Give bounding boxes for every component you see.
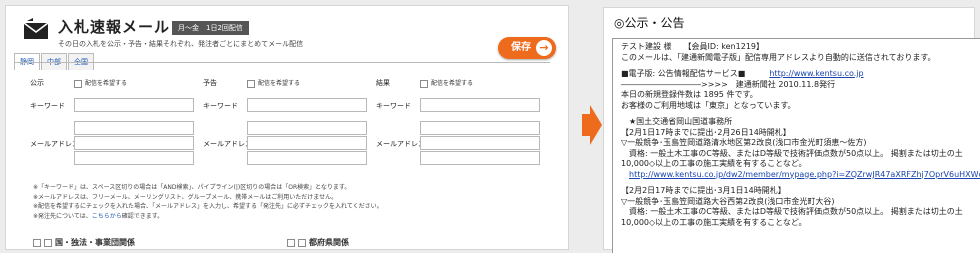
- save-button-label: 保存: [511, 42, 531, 53]
- frequency-badge: 月〜金 1日2回配信: [172, 21, 249, 35]
- email-field-2[interactable]: [247, 136, 367, 150]
- checkbox-label: 配信を希望する: [258, 80, 301, 87]
- note-text: ※発注先については、: [33, 212, 92, 220]
- email-field-2[interactable]: [420, 136, 540, 150]
- email-line: 10,000◇以上の工事の施工実績を有することなど。: [621, 217, 807, 227]
- mail-label: メールアドレス: [203, 140, 252, 148]
- email-line: 資格: 一般土木工事のC等級、またはD等級で技術評価点数が50点以上。 掲割また…: [621, 207, 963, 216]
- note-line: ※「キーワード」は、スペース区切りの場合は「AND検索」、パイプライン(|)区切…: [33, 184, 351, 191]
- arrow-right-icon: →: [536, 40, 552, 56]
- group-label: 国・独法・事業団関係: [55, 238, 135, 247]
- column-heading: 結果: [376, 79, 390, 87]
- email-line: ▽一般競争･玉島笠岡道路大谷西第2改良(浅口市金光町大谷): [621, 196, 835, 206]
- email-field-3[interactable]: [74, 151, 194, 165]
- arrow-right-icon: [582, 105, 602, 149]
- note-line: ※発注先については、こちらから確認できます。: [33, 212, 383, 222]
- email-line: http://www.kentsu.co.jp/dw2/member/mypag…: [621, 170, 980, 181]
- email-preview-panel: ◎公示・公告 テスト建設 様 【会員ID: ken1219】 このメールは、「建通…: [603, 7, 980, 253]
- save-button[interactable]: 保存 →: [498, 37, 556, 59]
- delivery-checkbox-row: 配信を希望する: [420, 78, 473, 88]
- page-description: その日の入札を公示・予告・結果それぞれ、発注者ごとにまとめてメール配信: [58, 40, 304, 48]
- section-title: ◎公示・公告: [614, 16, 685, 30]
- delivery-checkbox-row: 配信を希望する: [74, 78, 127, 88]
- group-checkbox[interactable]: [287, 238, 295, 247]
- envelope-icon: [23, 18, 49, 44]
- left-panel: 入札速報メール 月〜金 1日2回配信 その日の入札を公示・予告・結果それぞれ、発…: [0, 0, 575, 250]
- email-line: 本日の新規登録件数は 1895 件です。: [621, 90, 758, 99]
- group-expand-toggle[interactable]: [298, 238, 306, 247]
- email-field-3[interactable]: [420, 151, 540, 165]
- group-expand-toggle[interactable]: [44, 238, 52, 247]
- email-link[interactable]: http://www.kentsu.co.jp: [769, 69, 863, 78]
- email-field-2[interactable]: [74, 136, 194, 150]
- email-line: ★国土交通省岡山国道事務所: [621, 117, 733, 126]
- email-field-3[interactable]: [247, 151, 367, 165]
- note-line: ※メールアドレスは、フリーメール、メーリングリスト、グループメール、携帯メールは…: [33, 193, 338, 201]
- keyword-label: キーワード: [203, 102, 238, 110]
- group-checkbox[interactable]: [33, 238, 41, 247]
- mail-label: メールアドレス: [30, 140, 79, 148]
- delivery-checkbox[interactable]: [74, 79, 82, 88]
- email-line: 資格: 一般土木工事のC等級、またはD等級で技術評価点数が50点以上。 掲割また…: [621, 148, 963, 158]
- keyword-input[interactable]: [74, 98, 194, 112]
- email-field-1[interactable]: [74, 121, 194, 135]
- email-body: テスト建設 様 【会員ID: ken1219】 このメールは、「建通新聞電子版」配…: [612, 38, 980, 253]
- checkbox-label: 配信を希望する: [431, 80, 474, 87]
- email-line: 10,000◇以上の工事の施工実績を有することなど。: [621, 159, 807, 168]
- form-notes: ※「キーワード」は、スペース区切りの場合は「AND検索」、パイプライン(|)区切…: [33, 183, 383, 221]
- delivery-checkbox[interactable]: [420, 79, 428, 88]
- page-title: 入札速報メール: [58, 18, 171, 36]
- delivery-checkbox[interactable]: [247, 79, 255, 88]
- note-text: 確認できます。: [121, 212, 164, 220]
- group-national: 国・独法・事業団関係: [33, 237, 135, 248]
- keyword-input[interactable]: [247, 98, 367, 112]
- email-line: 【2月1日17時までに提出･2月26日14時開札】: [621, 127, 791, 137]
- orderer-list-link[interactable]: こちらから: [92, 213, 122, 220]
- column-heading: 予告: [203, 79, 217, 87]
- email-line: お客様のご利用地域は「東京」となっています。: [621, 100, 796, 110]
- keyword-label: キーワード: [376, 102, 411, 110]
- email-link[interactable]: http://www.kentsu.co.jp/dw2/member/mypag…: [629, 170, 980, 179]
- delivery-checkbox-row: 配信を希望する: [247, 78, 300, 88]
- note-line: ※配信を希望するにチェックを入れた場合、「メールアドレス」を入力し、希望する「発…: [33, 203, 383, 210]
- column-heading: 公示: [30, 79, 44, 87]
- group-label: 都府県関係: [309, 238, 349, 247]
- region-tabs: 静岡 中部 全国: [14, 49, 95, 70]
- email-line: ――――――――――>>>> 建通新聞社 2010.11.8発行: [621, 79, 836, 89]
- tab-divider: [14, 62, 550, 63]
- email-line: ▽一般競争･玉島笠岡道路清水地区第2改良(浅口市金光町須恵～佐方): [621, 138, 867, 147]
- email-field-1[interactable]: [420, 121, 540, 135]
- mail-label: メールアドレス: [376, 140, 425, 148]
- checkbox-label: 配信を希望する: [85, 80, 128, 87]
- email-line: 【2月2日17時までに提出･3月1日14時開札】: [621, 186, 786, 195]
- email-line: テスト建設 様 【会員ID: ken1219】: [621, 42, 764, 51]
- keyword-input[interactable]: [420, 98, 540, 112]
- email-field-1[interactable]: [247, 121, 367, 135]
- email-line: ■電子版: 公告情報配信サービス■ http://www.kentsu.co.j…: [621, 69, 864, 78]
- keyword-label: キーワード: [30, 102, 65, 110]
- group-prefecture: 都府県関係: [287, 237, 349, 248]
- email-line: このメールは、「建通新聞電子版」配信専用アドレスより自動的に送信されております。: [621, 52, 936, 62]
